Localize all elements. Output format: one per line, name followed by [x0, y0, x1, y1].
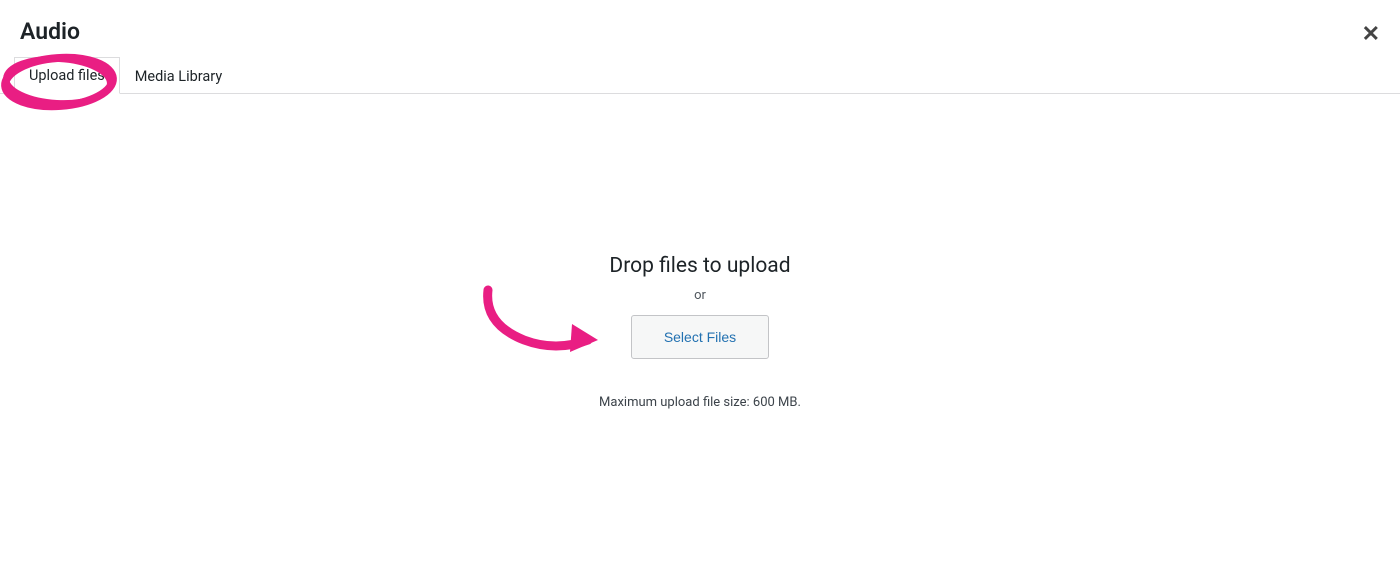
tab-label: Upload files — [29, 67, 105, 84]
max-upload-size: Maximum upload file size: 600 MB. — [0, 395, 1400, 410]
drop-heading: Drop files to upload — [0, 254, 1400, 278]
tabs-nav: Upload files Media Library — [0, 57, 1400, 94]
modal-title: Audio — [20, 18, 1380, 45]
modal-header: Audio ✕ — [0, 0, 1400, 57]
tab-label: Media Library — [135, 68, 222, 85]
tab-media-library[interactable]: Media Library — [120, 58, 237, 94]
or-text: or — [0, 288, 1400, 303]
tab-upload-files[interactable]: Upload files — [14, 57, 120, 94]
upload-dropzone[interactable]: Drop files to upload or Select Files Max… — [0, 94, 1400, 410]
select-files-button[interactable]: Select Files — [631, 315, 769, 359]
close-icon[interactable]: ✕ — [1362, 24, 1380, 46]
